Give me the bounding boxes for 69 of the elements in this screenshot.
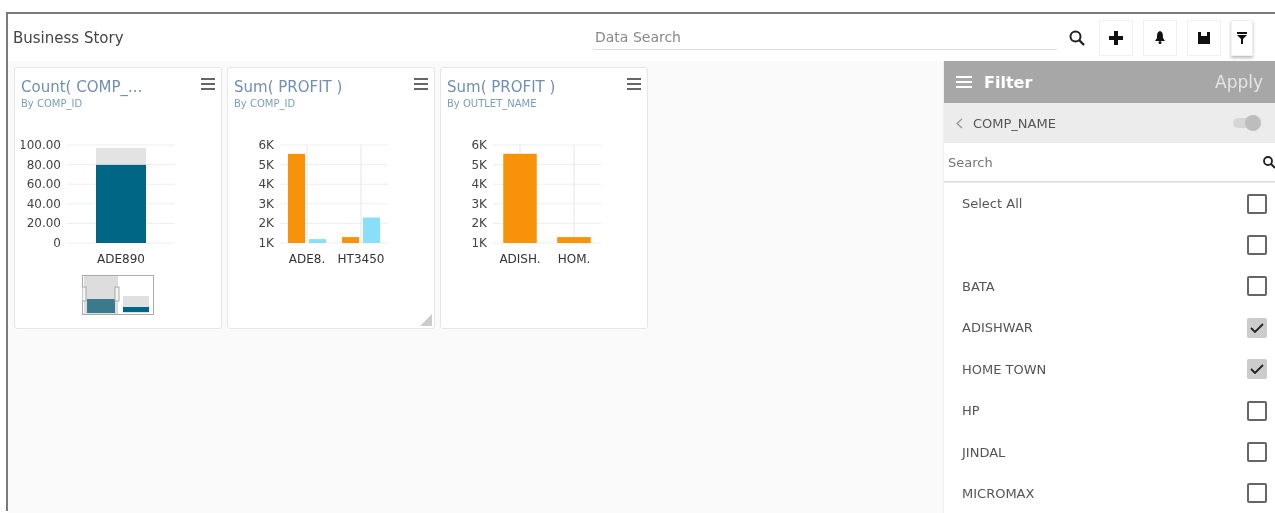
filter-button[interactable]	[1231, 19, 1253, 56]
axis-tick-label: 0	[53, 236, 61, 250]
checkbox[interactable]	[1247, 235, 1267, 256]
toggle-switch[interactable]	[1233, 114, 1263, 132]
bar	[309, 239, 326, 243]
card-subtitle: By COMP_ID	[234, 98, 297, 109]
search-icon[interactable]	[1263, 155, 1275, 169]
filter-option-label: JINDAL	[962, 444, 1006, 460]
axis-tick-label: 4K	[258, 177, 274, 192]
axis-tick-label: 20.00	[26, 216, 61, 231]
checkmark-icon	[1250, 322, 1264, 333]
bar	[557, 237, 591, 243]
bell-button[interactable]	[1143, 19, 1177, 56]
card-title: Sum( PROFIT )	[447, 78, 556, 96]
checkbox[interactable]	[1247, 276, 1267, 297]
axis-tick-label: 5K	[258, 157, 274, 172]
bell-icon	[1154, 31, 1166, 44]
menu-icon[interactable]	[414, 78, 428, 90]
axis-tick-label: 6K	[471, 139, 487, 152]
menu-icon[interactable]	[627, 78, 641, 90]
category-label: HT3450	[337, 252, 385, 266]
axis-tick-label: 2K	[471, 216, 487, 231]
filter-option-label: HP	[962, 403, 980, 419]
category-label: ADE890	[97, 252, 145, 266]
save-icon	[1198, 31, 1210, 44]
apply-button[interactable]: Apply	[1215, 72, 1263, 92]
axis-tick-label: 4K	[471, 177, 487, 192]
story-title: Business Story	[13, 28, 125, 47]
card-subtitle: By COMP_ID	[21, 98, 84, 109]
checkbox[interactable]	[1247, 442, 1267, 463]
filter-icon	[1237, 31, 1247, 44]
filter-option-label: Select All	[962, 196, 1023, 212]
card-subtitle: By OUTLET_NAME	[447, 98, 538, 109]
category-label: HOM.	[557, 252, 591, 266]
filter-title: Filter	[984, 72, 1034, 92]
filter-option-label: BATA	[962, 278, 995, 294]
card-title: Count( COMP_...	[21, 78, 143, 96]
range-navigator-drawing[interactable]	[82, 275, 154, 315]
resize-handle-icon[interactable]	[420, 314, 432, 326]
checkbox[interactable]	[1247, 359, 1267, 380]
axis-tick-label: 3K	[471, 196, 487, 211]
add-button[interactable]	[1099, 19, 1133, 56]
axis-tick-label: 2K	[258, 216, 274, 231]
axis-tick-label: 5K	[471, 157, 487, 172]
filter-option-label: ADISHWAR	[962, 320, 1033, 336]
axis-tick-label: 1K	[471, 236, 487, 250]
filter-option-label: HOME TOWN	[962, 361, 1047, 377]
checkmark-icon	[1250, 364, 1264, 375]
category-label: ADISH.	[499, 252, 541, 266]
card-title: Sum( PROFIT )	[234, 78, 343, 96]
checkbox[interactable]	[1247, 400, 1267, 421]
axis-tick-label: 100.00	[21, 139, 61, 152]
menu-icon[interactable]	[201, 78, 215, 90]
filter-option-label: MICROMAX	[962, 485, 1035, 501]
plus-icon	[1109, 30, 1123, 45]
bar	[363, 217, 380, 243]
axis-tick-label: 6K	[258, 139, 274, 152]
axis-tick-label: 3K	[258, 196, 274, 211]
axis-tick-label: 1K	[258, 236, 274, 250]
category-label: ADE8.	[288, 252, 326, 266]
axis-tick-label: 40.00	[26, 196, 61, 211]
axis-tick-label: 80.00	[26, 157, 61, 172]
checkbox[interactable]	[1247, 193, 1267, 214]
field-name: COMP_NAME	[973, 115, 1057, 131]
checkbox[interactable]	[1247, 317, 1267, 338]
bar	[342, 237, 359, 243]
axis-tick-label: 60.00	[26, 177, 61, 192]
save-button[interactable]	[1187, 19, 1221, 56]
checkbox[interactable]	[1247, 483, 1267, 504]
